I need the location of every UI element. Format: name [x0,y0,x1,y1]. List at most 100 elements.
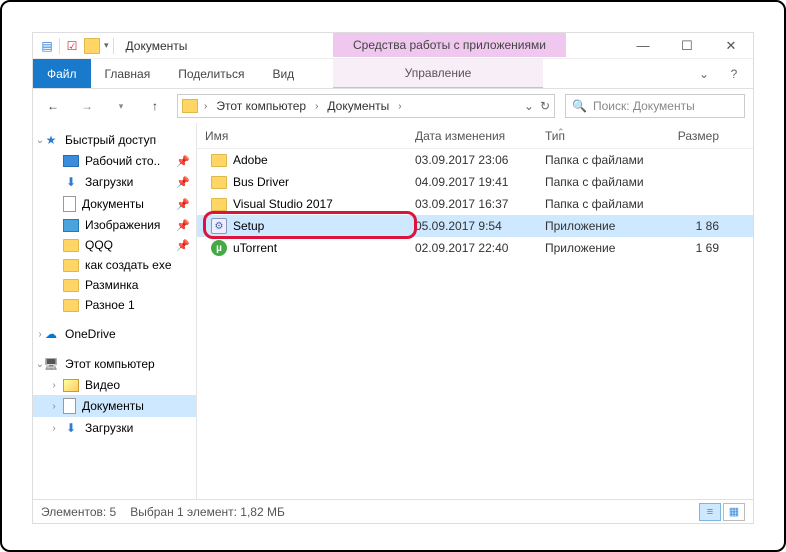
status-selection: Выбран 1 элемент: 1,82 МБ [130,505,285,519]
expander-icon[interactable]: ⌄ [35,359,45,370]
document-icon [63,398,76,414]
search-placeholder: Поиск: Документы [593,99,695,113]
sidebar-item[interactable]: ›⬇Загрузки [33,417,196,439]
help-icon[interactable]: ? [723,67,745,81]
address-dropdown-icon[interactable]: ⌄ [524,99,534,113]
file-row[interactable]: Visual Studio 2017 03.09.2017 16:37Папка … [197,193,753,215]
sidebar-item-label: как создать exe [85,258,172,272]
file-type: Папка с файлами [537,197,657,211]
breadcrumb-pc[interactable]: Этот компьютер [213,99,309,113]
expander-icon[interactable]: › [35,329,45,340]
tab-share[interactable]: Поделиться [164,59,258,88]
onedrive-icon: ☁ [43,326,59,342]
column-headers[interactable]: Имя⌃ Дата изменения Тип Размер [197,123,753,149]
sidebar-quick-access[interactable]: ⌄ ★ Быстрый доступ [33,129,196,151]
file-date: 03.09.2017 16:37 [407,197,537,211]
file-type: Приложение [537,219,657,233]
view-details-button[interactable]: ≡ [699,503,721,521]
file-tab[interactable]: Файл [33,59,91,88]
search-input[interactable]: 🔍 Поиск: Документы [565,94,745,118]
file-date: 05.09.2017 9:54 [407,219,537,233]
sidebar-item-label: Видео [85,378,120,392]
sidebar-item-label: Документы [82,197,144,211]
file-row[interactable]: Bus Driver04.09.2017 19:41Папка с файлам… [197,171,753,193]
sidebar-item[interactable]: Рабочий сто.. 📌 [33,151,196,171]
pc-icon: 🖥 [43,356,59,372]
context-subtab[interactable]: Управление [333,59,543,88]
column-name[interactable]: Имя⌃ [197,129,407,143]
file-list: Имя⌃ Дата изменения Тип Размер Adobe03.0… [197,123,753,499]
title-bar: ▤ ☑ ▾ Документы Средства работы с прилож… [33,33,753,59]
file-type: Приложение [537,241,657,255]
sidebar-item-label: Разное 1 [85,298,135,312]
expander-icon[interactable]: › [49,401,59,412]
folder-icon [182,99,198,113]
sidebar-item[interactable]: как создать exe [33,255,196,275]
back-button[interactable]: ← [41,94,65,118]
file-row[interactable]: ⚙Setup05.09.2017 9:54Приложение1 86 [197,215,753,237]
status-bar: Элементов: 5 Выбран 1 элемент: 1,82 МБ ≡… [33,499,753,523]
navigation-pane[interactable]: ⌄ ★ Быстрый доступ Рабочий сто..📌⬇Загруз… [33,123,197,499]
refresh-icon[interactable]: ↻ [540,99,550,113]
close-button[interactable]: ✕ [709,33,753,59]
sidebar-item-label: Загрузки [85,421,133,435]
file-name: Setup [233,219,264,233]
sidebar-item[interactable]: Изображения📌 [33,215,196,235]
minimize-button[interactable]: — [621,33,665,59]
folder-icon [211,176,227,189]
context-tab[interactable]: Средства работы с приложениями [333,33,566,57]
sidebar-item[interactable]: Документы 📌 [33,193,196,215]
up-button[interactable]: ↑ [143,94,167,118]
pin-icon: 📌 [176,198,190,211]
maximize-button[interactable]: ☐ [665,33,709,59]
file-name: Bus Driver [233,175,289,189]
sidebar-item-label: Рабочий сто.. [85,154,160,168]
status-count: Элементов: 5 [41,505,116,519]
expander-icon[interactable]: ⌄ [35,135,45,146]
qat-dropdown-icon[interactable]: ▾ [104,40,109,51]
chevron-right-icon[interactable]: › [313,101,320,112]
file-row[interactable]: Adobe03.09.2017 23:06Папка с файлами [197,149,753,171]
chevron-right-icon[interactable]: › [396,101,403,112]
sort-indicator-icon: ⌃ [557,127,565,138]
qat-check-icon[interactable]: ☑ [64,38,80,54]
star-icon: ★ [43,132,59,148]
sidebar-item[interactable]: › Видео [33,375,196,395]
recent-dropdown[interactable]: ▾ [109,94,133,118]
file-row[interactable]: µuTorrent02.09.2017 22:40Приложение1 69 [197,237,753,259]
forward-button[interactable]: → [75,94,99,118]
sidebar-item[interactable]: QQQ📌 [33,235,196,255]
folder-icon [63,239,79,252]
desktop-icon [63,155,79,167]
sidebar-onedrive[interactable]: › ☁ OneDrive [33,323,196,345]
column-date[interactable]: Дата изменения [407,129,537,143]
sidebar-item[interactable]: Разминка [33,275,196,295]
tab-view[interactable]: Вид [258,59,308,88]
address-bar[interactable]: › Этот компьютер › Документы › ⌄ ↻ [177,94,555,118]
sidebar-label: Быстрый доступ [65,133,156,147]
file-date: 04.09.2017 19:41 [407,175,537,189]
expander-icon[interactable]: › [49,423,59,434]
ribbon-expand-icon[interactable]: ⌄ [693,67,715,81]
breadcrumb-docs[interactable]: Документы [324,99,392,113]
sidebar-item[interactable]: Разное 1 [33,295,196,315]
view-icons-button[interactable]: ▦ [723,503,745,521]
sidebar-item[interactable]: ⬇Загрузки📌 [33,171,196,193]
expander-icon[interactable]: › [49,380,59,391]
sidebar-item[interactable]: ›Документы [33,395,196,417]
pin-icon: 📌 [176,176,190,189]
folder-icon [63,259,79,272]
pin-icon: 📌 [176,219,190,232]
tab-home[interactable]: Главная [91,59,165,88]
window-title: Документы [126,39,188,53]
properties-icon[interactable]: ▤ [39,38,55,54]
qat-folder-icon[interactable] [84,38,100,54]
address-row: ← → ▾ ↑ › Этот компьютер › Документы › ⌄… [33,89,753,123]
column-type[interactable]: Тип [537,129,657,143]
sidebar-this-pc[interactable]: ⌄ 🖥 Этот компьютер [33,353,196,375]
file-date: 03.09.2017 23:06 [407,153,537,167]
file-name: Visual Studio 2017 [233,197,333,211]
column-size[interactable]: Размер [657,129,727,143]
pin-icon: 📌 [176,155,190,168]
chevron-right-icon[interactable]: › [202,101,209,112]
